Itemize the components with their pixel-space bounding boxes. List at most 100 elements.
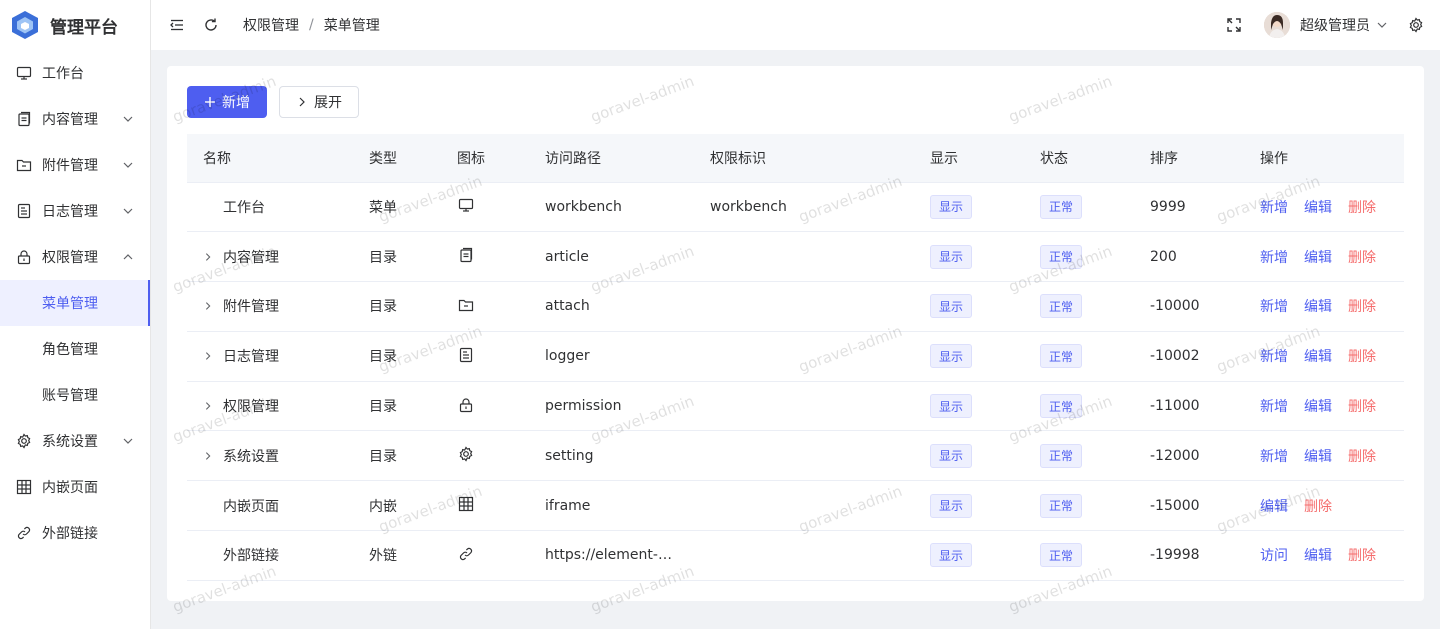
- edit-button[interactable]: 编辑: [1304, 299, 1332, 315]
- status-badge: 正常: [1040, 294, 1083, 319]
- cell-permission: [694, 430, 914, 482]
- avatar[interactable]: [1264, 12, 1290, 38]
- cell-sort: -11000: [1134, 381, 1244, 432]
- cell-actions: 新增 编辑 删除: [1244, 430, 1404, 482]
- sidebar-item-5[interactable]: 菜单管理: [0, 280, 150, 326]
- sidebar-item-1[interactable]: 内容管理: [0, 96, 150, 142]
- cell-path: setting: [529, 430, 694, 482]
- cell-actions: 新增 编辑 删除: [1244, 182, 1404, 233]
- breadcrumb-item-parent[interactable]: 权限管理: [243, 15, 299, 35]
- refresh-icon[interactable]: [203, 17, 219, 33]
- edit-button[interactable]: 编辑: [1304, 250, 1332, 266]
- sidebar-item-6[interactable]: 角色管理: [0, 326, 150, 372]
- cell-type: 目录: [353, 430, 441, 482]
- folder-icon: [16, 157, 32, 173]
- cell-show: 显示: [914, 381, 1024, 432]
- cell-path: https://element-…: [529, 530, 694, 581]
- table-row: 系统设置 目录 setting 显示 正常 -12000 新增 编辑 删除: [187, 430, 1404, 482]
- cell-type: 内嵌: [353, 480, 441, 532]
- add-child-button[interactable]: 新增: [1260, 200, 1288, 216]
- add-child-button[interactable]: 新增: [1260, 349, 1288, 365]
- cell-icon: [441, 530, 529, 581]
- expand-row-icon[interactable]: [203, 351, 223, 361]
- sidebar-item-label: 账号管理: [42, 388, 98, 404]
- link-icon: [16, 525, 32, 541]
- header-right: 超级管理员: [1226, 0, 1424, 50]
- delete-button[interactable]: 删除: [1348, 349, 1376, 365]
- sidebar-item-10[interactable]: 外部链接: [0, 510, 150, 556]
- cell-name: 附件管理: [187, 281, 353, 332]
- chevron-right-icon: [296, 96, 308, 108]
- row-name: 系统设置: [223, 448, 279, 465]
- cell-type: 菜单: [353, 182, 441, 233]
- cell-sort: -12000: [1134, 430, 1244, 482]
- add-child-button[interactable]: 新增: [1260, 449, 1288, 465]
- content-card: 新增 展开 名称 类型 图标 访问路径 权限标识 显示 状态 排序 操作 工作台 菜单 workbe…: [167, 66, 1424, 601]
- cell-icon: [441, 381, 529, 432]
- edit-button[interactable]: 编辑: [1304, 200, 1332, 216]
- breadcrumb: 权限管理 / 菜单管理: [243, 15, 380, 35]
- expand-row-icon[interactable]: [203, 252, 223, 262]
- sidebar-item-8[interactable]: 系统设置: [0, 418, 150, 464]
- sidebar-item-label: 内容管理: [42, 112, 98, 128]
- collapse-menu-icon[interactable]: [169, 17, 185, 33]
- add-child-button[interactable]: 新增: [1260, 299, 1288, 315]
- sidebar-item-7[interactable]: 账号管理: [0, 372, 150, 418]
- add-button[interactable]: 新增: [187, 86, 267, 118]
- edit-button[interactable]: 编辑: [1260, 499, 1288, 515]
- delete-button[interactable]: 删除: [1348, 449, 1376, 465]
- edit-button[interactable]: 编辑: [1304, 399, 1332, 415]
- cell-status: 正常: [1024, 331, 1134, 382]
- edit-button[interactable]: 编辑: [1304, 548, 1332, 564]
- cell-actions: 新增 编辑 删除: [1244, 281, 1404, 332]
- cell-status: 正常: [1024, 480, 1134, 532]
- status-badge: 正常: [1040, 344, 1083, 369]
- delete-button[interactable]: 删除: [1348, 399, 1376, 415]
- logo[interactable]: 管理平台: [0, 0, 150, 50]
- sidebar-item-label: 附件管理: [42, 158, 98, 174]
- add-child-button[interactable]: 新增: [1260, 250, 1288, 266]
- delete-button[interactable]: 删除: [1304, 499, 1332, 515]
- cell-name: 日志管理: [187, 331, 353, 382]
- cell-status: 正常: [1024, 281, 1134, 332]
- user-name[interactable]: 超级管理员: [1300, 15, 1370, 35]
- delete-button[interactable]: 删除: [1348, 250, 1376, 266]
- lock-icon: [16, 249, 32, 265]
- cell-name: 工作台: [187, 182, 353, 233]
- sidebar-item-3[interactable]: 日志管理: [0, 188, 150, 234]
- sidebar-item-2[interactable]: 附件管理: [0, 142, 150, 188]
- sidebar-item-0[interactable]: 工作台: [0, 50, 150, 96]
- status-badge: 正常: [1040, 394, 1083, 419]
- sidebar-item-9[interactable]: 内嵌页面: [0, 464, 150, 510]
- cell-actions: 访问 编辑 删除: [1244, 530, 1404, 581]
- edit-button[interactable]: 编辑: [1304, 349, 1332, 365]
- cell-name: 外部链接: [187, 530, 353, 581]
- expand-row-icon[interactable]: [203, 301, 223, 311]
- settings-gear-icon[interactable]: [1408, 17, 1424, 33]
- delete-button[interactable]: 删除: [1348, 299, 1376, 315]
- visit-button[interactable]: 访问: [1260, 548, 1288, 564]
- document-icon: [457, 246, 475, 264]
- app-title: 管理平台: [50, 17, 118, 38]
- delete-button[interactable]: 删除: [1348, 200, 1376, 216]
- row-name: 日志管理: [223, 349, 279, 366]
- expand-row-icon[interactable]: [203, 401, 223, 411]
- sidebar-item-label: 工作台: [42, 66, 84, 82]
- sidebar-item-4[interactable]: 权限管理: [0, 234, 150, 280]
- cell-show: 显示: [914, 430, 1024, 482]
- fullscreen-icon[interactable]: [1226, 17, 1242, 33]
- chevron-down-icon[interactable]: [1376, 17, 1388, 33]
- cell-status: 正常: [1024, 231, 1134, 283]
- status-badge: 正常: [1040, 443, 1083, 468]
- breadcrumb-separator: /: [309, 17, 314, 33]
- cell-sort: -19998: [1134, 530, 1244, 581]
- delete-button[interactable]: 删除: [1348, 548, 1376, 564]
- sidebar-item-label: 系统设置: [42, 434, 98, 450]
- show-badge: 显示: [930, 493, 973, 518]
- show-badge: 显示: [930, 244, 973, 269]
- expand-button[interactable]: 展开: [279, 86, 359, 118]
- edit-button[interactable]: 编辑: [1304, 449, 1332, 465]
- column-header: 排序: [1134, 134, 1244, 183]
- add-child-button[interactable]: 新增: [1260, 399, 1288, 415]
- expand-row-icon[interactable]: [203, 451, 223, 461]
